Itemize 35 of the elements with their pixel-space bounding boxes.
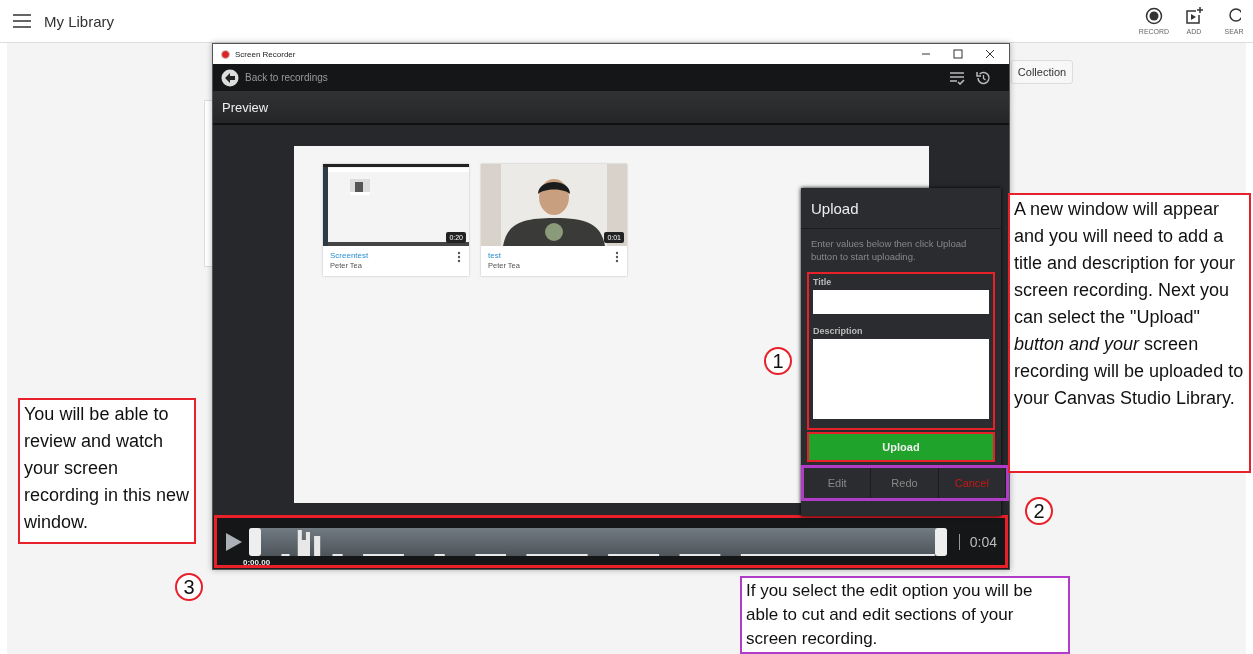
video-title[interactable]: Screentest <box>330 251 369 260</box>
video-title[interactable]: test <box>488 251 520 260</box>
back-icon[interactable] <box>221 68 239 87</box>
menu-icon[interactable] <box>12 13 32 29</box>
play-icon[interactable] <box>225 531 243 552</box>
maximize-icon[interactable] <box>953 49 963 59</box>
back-link[interactable]: Back to recordings <box>245 72 328 83</box>
title-field[interactable] <box>813 290 989 314</box>
callout-note: You will be able to review and watch your screen recording in this new window. <box>18 398 196 544</box>
callout-note: If you select the edit option you will be able to cut and edit sections of your screen recording. <box>740 576 1070 654</box>
field-label: Title <box>813 277 833 287</box>
duration-label: 0:04 <box>958 533 997 550</box>
close-icon[interactable] <box>985 49 995 59</box>
window-title: Screen Recorder <box>235 49 296 59</box>
page-title: My Library <box>44 12 114 30</box>
list-check-icon[interactable] <box>949 70 965 85</box>
history-icon[interactable] <box>975 69 991 86</box>
start-time: 0:00.00 <box>243 557 271 567</box>
callout-note: A new window will appear and you will need to add a title and description for your screen recording. Next you can select the "Upload" button and your screen recording will be uploaded to your Canvas Studio Library. <box>1008 193 1251 473</box>
field-label: Description <box>813 326 864 336</box>
more-icon[interactable] <box>615 251 619 263</box>
more-icon[interactable] <box>457 251 461 263</box>
description-field[interactable] <box>813 339 989 419</box>
trim-handle[interactable] <box>934 527 947 556</box>
section-title: Preview <box>222 99 269 115</box>
step-number: 3 <box>175 573 203 601</box>
upload-hint: Enter values below then click Upload button to start uploading. <box>810 237 968 264</box>
trim-handle[interactable] <box>249 527 261 556</box>
upload-button[interactable]: Upload <box>809 434 993 460</box>
record-icon[interactable] <box>1145 7 1163 25</box>
app-icon <box>221 49 230 59</box>
step-number: 2 <box>1025 497 1053 525</box>
panel-title: Upload <box>811 199 859 217</box>
add-video-icon[interactable] <box>1185 7 1203 25</box>
collection-button[interactable]: Collection <box>1011 60 1073 84</box>
